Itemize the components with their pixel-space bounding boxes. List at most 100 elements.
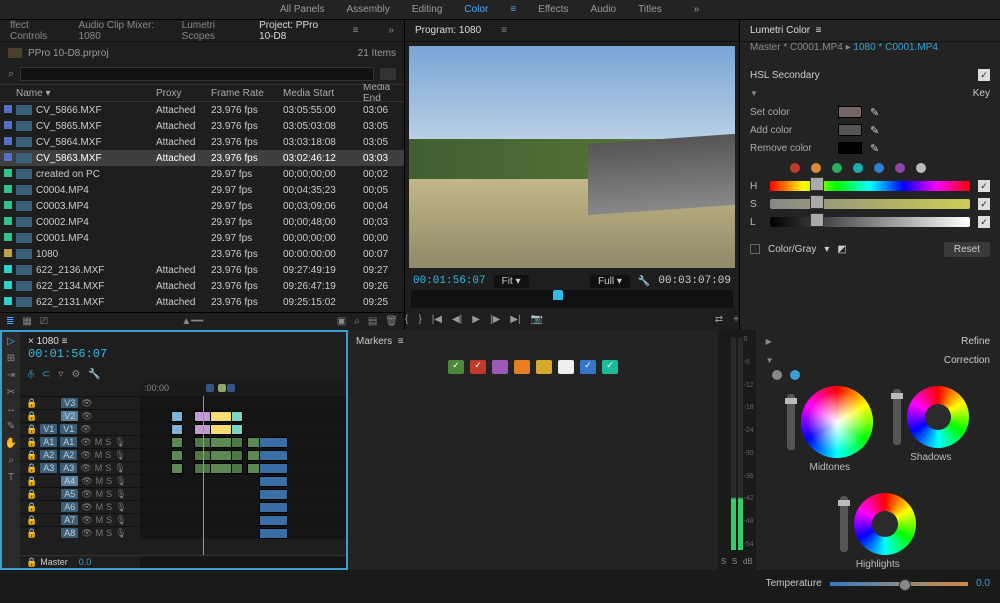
wheel-mode-hsl-icon[interactable] <box>790 370 800 380</box>
shadows-wheel[interactable] <box>907 386 969 448</box>
hsl-secondary-header[interactable]: HSL Secondary <box>750 70 820 81</box>
trash-icon[interactable]: 🗑 <box>385 316 398 327</box>
program-tc-left[interactable]: 00:01:56:07 <box>413 275 486 287</box>
tab-effect-controls[interactable]: ffect Controls <box>0 20 69 42</box>
temperature-value[interactable]: 0.0 <box>976 578 990 589</box>
hsl-enable-check[interactable]: ✓ <box>978 69 990 81</box>
remove-color-swatch[interactable] <box>838 142 862 154</box>
track-A6[interactable]: 🔒A6👁MS🎙 <box>20 500 346 513</box>
wrench-icon[interactable]: 🔧 <box>638 276 650 287</box>
s-slider[interactable] <box>770 199 970 209</box>
overflow-icon[interactable]: » <box>694 4 700 15</box>
refine-section[interactable]: Refine <box>766 336 990 347</box>
program-ruler[interactable] <box>411 290 733 308</box>
icon-view-icon[interactable]: ▦ <box>22 316 31 327</box>
tab-titles[interactable]: Titles <box>638 4 662 15</box>
table-row[interactable]: C0003.MP4 29.97 fps 00;03;09;0600;04 <box>0 198 404 214</box>
play-icon[interactable]: ▶ <box>472 314 480 325</box>
step-fwd-icon[interactable]: |▶ <box>490 314 500 325</box>
reset-button[interactable]: Reset <box>944 242 990 257</box>
set-color-swatch[interactable] <box>838 106 862 118</box>
highlights-luma-slider[interactable] <box>840 496 848 552</box>
shadows-luma-slider[interactable] <box>893 389 901 445</box>
ripple-edit-icon[interactable]: ⇥ <box>7 370 15 381</box>
wrench-tl-icon[interactable]: 🔧 <box>88 369 100 380</box>
wheel-mode-3way-icon[interactable] <box>772 370 782 380</box>
table-row[interactable]: 1080 23.976 fps 00:00:00:0000:07 <box>0 246 404 262</box>
new-bin-icon[interactable]: ▣ <box>337 316 346 327</box>
program-tab[interactable]: Program: 1080 <box>405 25 491 36</box>
invert-mask-icon[interactable]: ◩ <box>837 244 846 255</box>
quality-dropdown[interactable]: Full ▾ <box>590 275 630 288</box>
snap-icon[interactable]: ⫚ <box>28 369 34 380</box>
l-check[interactable]: ✓ <box>978 216 990 228</box>
list-view-icon[interactable]: ≣ <box>6 316 14 327</box>
tab-menu-icon[interactable]: ≡ <box>510 4 516 15</box>
preset-color-dot[interactable] <box>790 163 800 173</box>
search-icon[interactable]: ⌕ <box>8 68 14 81</box>
track-A8[interactable]: 🔒A8👁MS🎙 <box>20 526 346 539</box>
eyedropper-plus-icon[interactable]: ✎ <box>870 124 879 137</box>
h-slider[interactable] <box>770 181 970 191</box>
eyedropper-icon[interactable]: ✎ <box>870 106 879 119</box>
table-row[interactable]: C0002.MP4 29.97 fps 00;00;48;0000;03 <box>0 214 404 230</box>
table-row[interactable]: 622_2136.MXF Attached23.976 fps 09:27:49… <box>0 262 404 278</box>
cg-dropdown-icon[interactable]: ▾ <box>824 244 829 255</box>
panel-menu-icon[interactable]: ≡ <box>343 25 369 36</box>
tab-assembly[interactable]: Assembly <box>346 4 389 15</box>
mark-out-icon[interactable]: } <box>418 314 421 325</box>
timeline-playhead[interactable] <box>203 396 204 555</box>
go-in-icon[interactable]: |◀ <box>432 314 442 325</box>
table-row[interactable]: C0001.MP4 29.97 fps 00;00;00;0000;00 <box>0 230 404 246</box>
midtones-luma-slider[interactable] <box>787 394 795 450</box>
panel-overflow-icon[interactable]: » <box>378 25 404 36</box>
marker-chip[interactable] <box>558 360 574 374</box>
tab-editing[interactable]: Editing <box>412 4 443 15</box>
preset-color-dot[interactable] <box>811 163 821 173</box>
table-row[interactable]: CV_5865.MXF Attached23.976 fps 03:05:03:… <box>0 118 404 134</box>
panel-menu-icon[interactable]: ≡ <box>491 25 517 36</box>
table-header[interactable]: Name ▾ Proxy Frame Rate Media Start Medi… <box>0 84 404 102</box>
tab-project[interactable]: Project: PPro 10-D8 <box>249 20 343 42</box>
add-color-swatch[interactable] <box>838 124 862 136</box>
comparison-icon[interactable]: ⇄ <box>715 314 723 325</box>
tab-audio[interactable]: Audio <box>591 4 617 15</box>
preset-color-dot[interactable] <box>832 163 842 173</box>
search-footer-icon[interactable]: ⌕ <box>354 316 360 327</box>
track-A4[interactable]: 🔒A4👁MS🎙 <box>20 474 346 487</box>
table-row[interactable]: 622_2134.MXF Attached23.976 fps 09:26:47… <box>0 278 404 294</box>
marker-chip[interactable] <box>536 360 552 374</box>
track-V3[interactable]: 🔒V3👁 <box>20 396 346 409</box>
mark-in-icon[interactable]: { <box>405 314 408 325</box>
table-row[interactable]: CV_5864.MXF Attached23.976 fps 03:03:18:… <box>0 134 404 150</box>
midtones-wheel[interactable] <box>801 386 873 458</box>
key-section[interactable]: Key <box>750 88 990 99</box>
sequence-tab[interactable]: 1080 <box>37 336 59 347</box>
preset-color-dot[interactable] <box>874 163 884 173</box>
export-frame-icon[interactable]: 📷 <box>531 314 543 325</box>
new-item-icon[interactable]: ▤ <box>368 316 377 327</box>
tab-effects[interactable]: Effects <box>538 4 568 15</box>
track-A2[interactable]: 🔒A2A2👁MS🎙 <box>20 448 346 461</box>
tab-color[interactable]: Color <box>464 4 488 15</box>
program-playhead[interactable] <box>553 290 563 300</box>
track-A3[interactable]: 🔒A3A3👁MS🎙 <box>20 461 346 474</box>
fit-dropdown[interactable]: Fit ▾ <box>494 275 529 288</box>
marker-chip[interactable]: ✓ <box>470 360 486 374</box>
timeline-tc[interactable]: 00:01:56:07 <box>28 347 107 361</box>
timeline-ruler[interactable]: :00:00 <box>140 382 346 396</box>
track-A1[interactable]: 🔒A1A1👁MS🎙 <box>20 435 346 448</box>
l-slider[interactable] <box>770 217 970 227</box>
button-editor-icon[interactable]: + <box>733 314 739 325</box>
tab-lumetri-scopes[interactable]: Lumetri Scopes <box>172 20 249 42</box>
lock-icon[interactable]: 🔒 <box>26 557 37 568</box>
tab-audio-clip-mixer[interactable]: Audio Clip Mixer: 1080 <box>69 20 172 42</box>
color-gray-toggle[interactable] <box>750 244 760 254</box>
track-select-icon[interactable]: ⊞ <box>7 353 15 364</box>
preset-color-dot[interactable] <box>916 163 926 173</box>
highlights-wheel[interactable] <box>854 493 916 555</box>
folder-filter-icon[interactable] <box>380 68 396 80</box>
selection-tool-icon[interactable]: ▷ <box>7 336 15 347</box>
marker-chip[interactable]: ✓ <box>580 360 596 374</box>
go-out-icon[interactable]: ▶| <box>510 314 520 325</box>
